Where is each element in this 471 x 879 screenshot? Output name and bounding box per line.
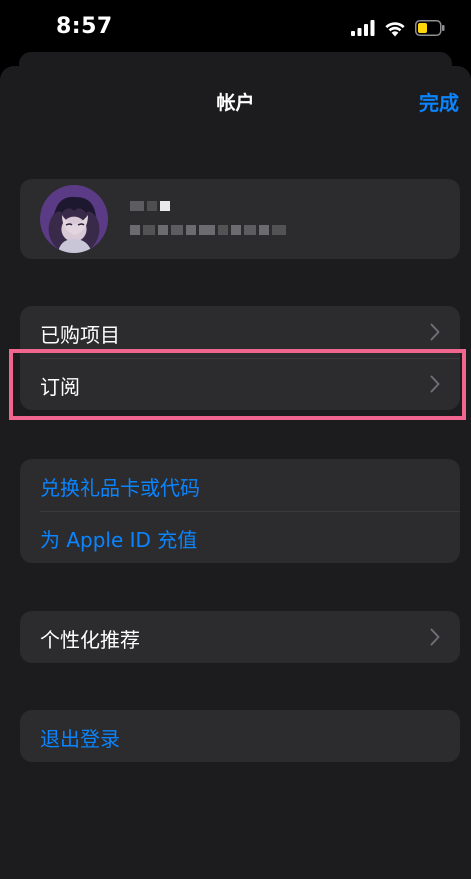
battery-icon	[415, 20, 445, 36]
personalized-recommendations-row[interactable]: 个性化推荐	[20, 611, 460, 663]
status-time: 8:57	[56, 14, 113, 39]
personalization-group: 个性化推荐	[20, 611, 460, 663]
profile-card[interactable]	[20, 179, 460, 259]
sign-out-button: 退出登录	[40, 727, 120, 751]
gift-card-group: 兑换礼品卡或代码 为 Apple ID 充值	[20, 459, 460, 563]
personalized-recommendations-label: 个性化推荐	[40, 628, 140, 652]
chevron-right-icon	[430, 323, 440, 341]
subscriptions-highlight-box	[9, 349, 466, 420]
sign-out-group: 退出登录	[20, 710, 460, 762]
account-name-redacted	[130, 201, 170, 211]
cellular-signal-icon	[351, 20, 375, 36]
avatar-illustration-icon	[54, 196, 96, 253]
redeem-gift-card-link: 兑换礼品卡或代码	[40, 476, 200, 500]
wifi-icon	[385, 21, 405, 36]
redeem-gift-card-row[interactable]: 兑换礼品卡或代码	[20, 459, 460, 511]
chevron-right-icon	[430, 628, 440, 646]
add-funds-row[interactable]: 为 Apple ID 充值	[20, 511, 460, 563]
add-funds-link: 为 Apple ID 充值	[40, 528, 198, 552]
purchased-label: 已购项目	[40, 323, 120, 347]
page-title: 帐户	[216, 92, 255, 114]
sign-out-row[interactable]: 退出登录	[20, 710, 460, 762]
status-bar: 8:57	[0, 0, 471, 56]
status-icons	[351, 17, 445, 39]
avatar	[40, 185, 108, 253]
done-button[interactable]: 完成	[419, 87, 459, 116]
account-email-redacted	[130, 225, 286, 235]
